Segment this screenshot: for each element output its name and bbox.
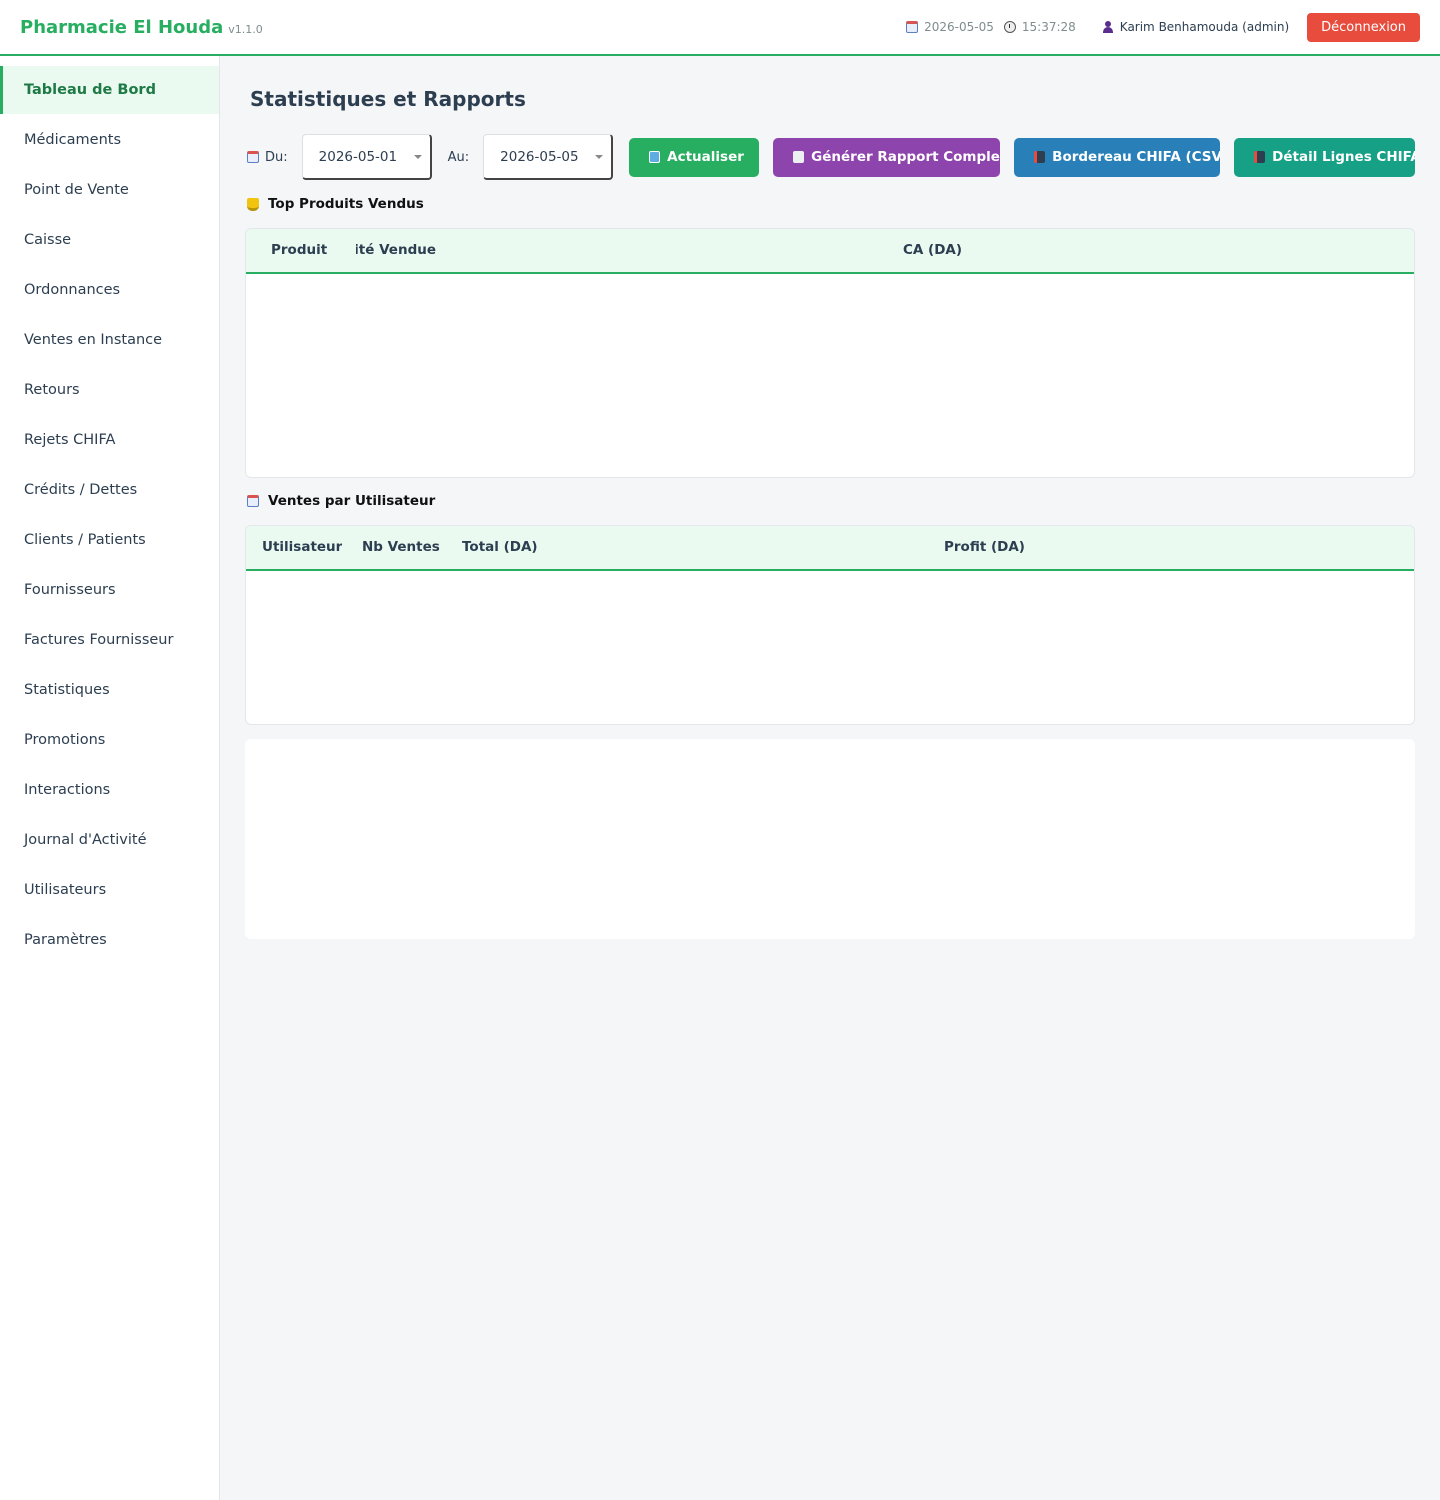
refresh-icon: [649, 151, 661, 163]
sidebar-item-parametres[interactable]: Paramètres: [0, 916, 219, 964]
brand-name: Pharmacie El Houda: [20, 16, 224, 38]
refresh-button[interactable]: Actualiser: [629, 137, 760, 177]
sidebar-item-credits-dettes[interactable]: Crédits / Dettes: [0, 466, 219, 514]
sidebar-item-statistiques[interactable]: Statistiques: [0, 666, 219, 714]
top-products-title: Top Produits Vendus: [247, 196, 424, 212]
column-header-nb-ventes[interactable]: Nb Ventes: [362, 526, 440, 569]
sidebar-item-factures-fournisseur[interactable]: Factures Fournisseur: [0, 616, 219, 664]
sales-by-user-table: Utilisateur Nb Ventes Total (DA) Profit …: [245, 525, 1415, 725]
sidebar: Tableau de Bord Médicaments Point de Ven…: [0, 56, 220, 1500]
sidebar-item-rejets-chifa[interactable]: Rejets CHIFA: [0, 416, 219, 464]
clock-icon: [1003, 21, 1016, 33]
current-user-text: Karim Benhamouda (admin): [1119, 20, 1290, 34]
current-user: Karim Benhamouda (admin): [1102, 20, 1289, 34]
document-icon: [793, 151, 805, 163]
header-date: 2026-05-05: [906, 20, 994, 34]
column-header-quantite[interactable]: Quantité Vendue: [356, 229, 436, 272]
column-header-produit[interactable]: Produit: [271, 229, 327, 272]
sidebar-item-retours[interactable]: Retours: [0, 366, 219, 414]
sales-by-user-title: Ventes par Utilisateur: [247, 493, 435, 509]
mobile-icon: [1034, 151, 1046, 163]
user-icon: [1102, 21, 1114, 33]
generate-report-label: Générer Rapport Complet: [811, 149, 1001, 165]
from-label-text: Du:: [265, 149, 288, 165]
mobile-icon: [1254, 151, 1266, 163]
sidebar-item-fournisseurs[interactable]: Fournisseurs: [0, 566, 219, 614]
sidebar-item-medicaments[interactable]: Médicaments: [0, 116, 219, 164]
refresh-button-label: Actualiser: [667, 149, 744, 165]
calendar-icon: [247, 151, 259, 163]
from-date-value: 2026-05-01: [318, 148, 398, 165]
chevron-down-icon: [413, 155, 422, 159]
sidebar-item-utilisateurs[interactable]: Utilisateurs: [0, 866, 219, 914]
to-label: Au:: [448, 150, 470, 165]
sidebar-item-clients-patients[interactable]: Clients / Patients: [0, 516, 219, 564]
calendar-icon: [906, 21, 919, 33]
sidebar-item-ordonnances[interactable]: Ordonnances: [0, 266, 219, 314]
to-date-input[interactable]: 2026-05-05: [483, 134, 614, 180]
top-products-table: Produit Quantité Vendue CA (DA): [245, 228, 1415, 478]
top-header: Pharmacie El Houda v1.1.0 2026-05-05 15:…: [0, 0, 1440, 56]
sidebar-item-point-de-vente[interactable]: Point de Vente: [0, 166, 219, 214]
main-content: Statistiques et Rapports Du: 2026-05-01 …: [220, 56, 1440, 1500]
page-title: Statistiques et Rapports: [250, 87, 526, 111]
column-header-ca[interactable]: CA (DA): [903, 229, 962, 272]
header-date-text: 2026-05-05: [924, 20, 994, 34]
chart-panel: [245, 739, 1415, 939]
app-version: v1.1.0: [228, 22, 263, 36]
chevron-down-icon: [595, 155, 604, 159]
header-time-text: 15:37:28: [1021, 20, 1076, 34]
sidebar-item-tableau-de-bord[interactable]: Tableau de Bord: [0, 66, 219, 114]
sales-by-user-title-text: Ventes par Utilisateur: [268, 493, 436, 509]
sidebar-item-journal-activite[interactable]: Journal d'Activité: [0, 816, 219, 864]
table-header: Utilisateur Nb Ventes Total (DA) Profit …: [246, 526, 1414, 571]
header-info: 2026-05-05 15:37:28 Karim Benhamouda (ad…: [906, 12, 1420, 42]
from-date-input[interactable]: 2026-05-01: [301, 134, 432, 180]
sidebar-item-ventes-en-instance[interactable]: Ventes en Instance: [0, 316, 219, 364]
to-label-text: Au:: [447, 149, 470, 165]
calendar-icon: [247, 495, 259, 507]
table-header: Produit Quantité Vendue CA (DA): [246, 229, 1414, 274]
chifa-lines-button[interactable]: Détail Lignes CHIFA: [1234, 137, 1416, 177]
trophy-icon: [247, 197, 259, 211]
chifa-csv-button[interactable]: Bordereau CHIFA (CSV): [1014, 137, 1221, 177]
sidebar-item-promotions[interactable]: Promotions: [0, 716, 219, 764]
column-header-utilisateur[interactable]: Utilisateur: [262, 526, 342, 569]
generate-report-button[interactable]: Générer Rapport Complet: [773, 137, 1001, 177]
chifa-csv-label: Bordereau CHIFA (CSV): [1052, 149, 1221, 165]
header-time: 15:37:28: [1003, 20, 1076, 34]
column-header-profit[interactable]: Profit (DA): [944, 526, 1025, 569]
sidebar-item-interactions[interactable]: Interactions: [0, 766, 219, 814]
from-label: Du:: [247, 150, 288, 165]
brand: Pharmacie El Houda v1.1.0: [20, 17, 263, 38]
sidebar-item-caisse[interactable]: Caisse: [0, 216, 219, 264]
chifa-lines-label: Détail Lignes CHIFA: [1272, 149, 1416, 165]
date-filters: Du: 2026-05-01 Au: 2026-05-05 Actualiser…: [247, 134, 1417, 180]
to-date-value: 2026-05-05: [500, 148, 579, 165]
top-products-title-text: Top Produits Vendus: [268, 196, 424, 212]
column-header-total[interactable]: Total (DA): [462, 526, 538, 569]
logout-button[interactable]: Déconnexion: [1307, 12, 1420, 42]
